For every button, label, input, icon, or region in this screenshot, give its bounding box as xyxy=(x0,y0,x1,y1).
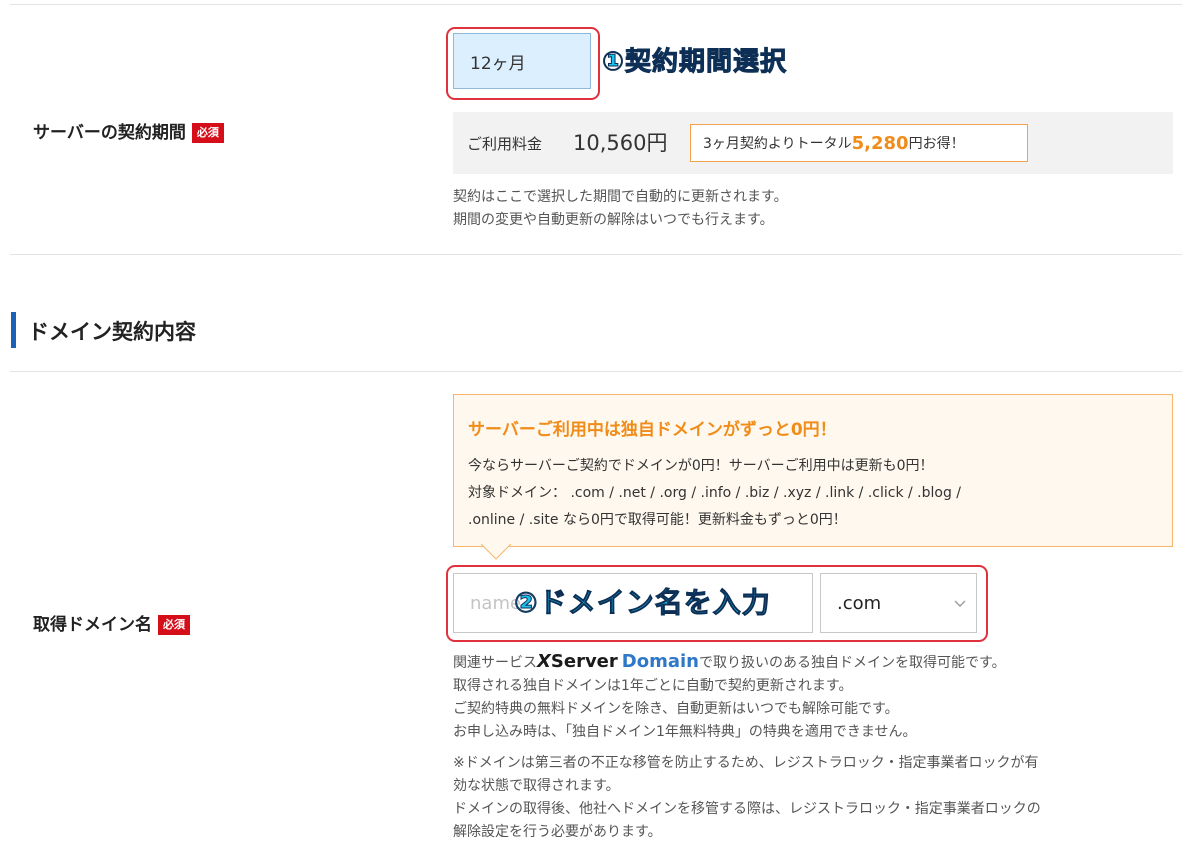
server-period-label: サーバーの契約期間 xyxy=(33,123,186,143)
registrar-lock-notice: ※ドメインは第三者の不正な移管を防止するため、レジストラロック・指定事業者ロック… xyxy=(453,752,1041,844)
discount-text-after: 円お得！ xyxy=(908,136,965,152)
heading-divider xyxy=(10,371,1182,372)
section-divider xyxy=(10,254,1182,255)
top-divider xyxy=(10,4,1182,5)
notice-line1: ※ドメインは第三者の不正な移管を防止するため、レジストラロック・指定事業者ロック… xyxy=(453,755,1039,771)
free-domain-callout: サーバーご利用中は独自ドメインがずっと0円！ 今ならサーバーご契約でドメインが0… xyxy=(453,394,1173,547)
logo-x: X xyxy=(537,651,551,672)
callout-title: サーバーご利用中は独自ドメインがずっと0円！ xyxy=(468,420,837,440)
logo-domain: Domain xyxy=(621,651,699,672)
server-note-line2: 期間の変更や自動更新の解除はいつでも行えます。 xyxy=(453,212,774,228)
fee-label: ご利用料金 xyxy=(467,135,543,153)
callout-pointer xyxy=(481,544,511,560)
tld-select[interactable]: .com xyxy=(820,573,977,633)
domain-label: 取得ドメイン名 xyxy=(33,615,152,635)
tld-select-value: .com xyxy=(837,592,882,614)
domain-note-line3: ご契約特典の無料ドメインを除き、自動更新はいつでも解除可能です。 xyxy=(453,701,899,717)
callout-text: 今ならサーバーご契約でドメインが0円！サーバーご利用中は更新も0円！ 対象ドメイ… xyxy=(468,453,961,534)
discount-text-before: 3ヶ月契約よりトータル xyxy=(703,136,852,152)
domain-notes: 関連サービスXServer Domainで取り扱いのある独自ドメインを取得可能です… xyxy=(453,650,1006,744)
domain-section-heading: ドメイン契約内容 xyxy=(28,320,196,344)
required-badge: 必須 xyxy=(158,615,190,635)
period-annotation: ①契約期間選択 xyxy=(601,47,788,78)
fee-box: ご利用料金 10,560円 3ヶ月契約よりトータル 5,280 円お得！ xyxy=(453,112,1173,174)
callout-line1: 今ならサーバーご契約でドメインが0円！サーバーご利用中は更新も0円！ xyxy=(468,458,934,474)
server-period-label-row: サーバーの契約期間 必須 xyxy=(33,118,224,143)
callout-line2: 対象ドメイン： .com / .net / .org / .info / .bi… xyxy=(468,485,962,501)
required-badge: 必須 xyxy=(191,123,224,143)
domain-label-row: 取得ドメイン名 必須 xyxy=(33,610,190,635)
notice-line4: 解除設定を行う必要があります。 xyxy=(453,824,662,840)
domain-note-line4: お申し込み時は、「独自ドメイン1年無料特典」の特典を適用できません。 xyxy=(453,724,917,740)
xserver-domain-logo: XServer Domain xyxy=(537,651,699,672)
heading-bar xyxy=(11,312,16,348)
notice-line3: ドメインの取得後、他社へドメインを移管する際は、レジストラロック・指定事業者ロッ… xyxy=(453,801,1041,817)
logo-server: Server xyxy=(550,651,618,672)
discount-amount: 5,280 xyxy=(851,132,909,154)
related-service-line: 関連サービスXServer Domainで取り扱いのある独自ドメインを取得可能です… xyxy=(453,650,1006,675)
domain-note-line2: 取得される独自ドメインは1年ごとに自動で契約更新されます。 xyxy=(453,678,853,694)
related-suffix: で取り扱いのある独自ドメインを取得可能です。 xyxy=(698,655,1006,671)
server-period-note: 契約はここで選択した期間で自動的に更新されます。 期間の変更や自動更新の解除はい… xyxy=(453,186,788,232)
related-prefix: 関連サービス xyxy=(453,655,537,671)
fee-value: 10,560円 xyxy=(573,131,668,155)
callout-line3: .online / .site なら0円で取得可能！更新料金もずっと0円！ xyxy=(468,512,847,528)
domain-annotation: ②ドメイン名を入力 xyxy=(514,586,771,620)
discount-badge: 3ヶ月契約よりトータル 5,280 円お得！ xyxy=(690,124,1028,162)
period-select-value: 12ヶ月 xyxy=(470,53,526,74)
server-note-line1: 契約はここで選択した期間で自動的に更新されます。 xyxy=(453,189,788,205)
period-select[interactable]: 12ヶ月 xyxy=(453,33,591,89)
chevron-down-icon xyxy=(954,600,966,607)
notice-line2: 効な状態で取得されます。 xyxy=(453,778,620,794)
